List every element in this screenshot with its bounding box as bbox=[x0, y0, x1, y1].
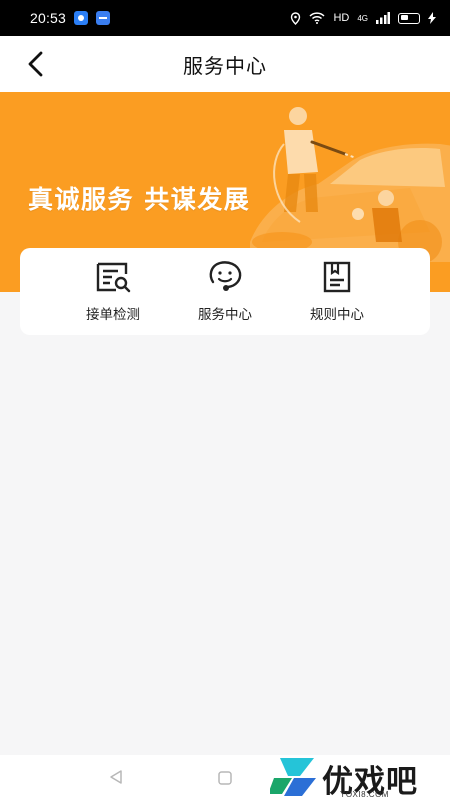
status-bar: 20:53 HD 4G bbox=[0, 0, 450, 36]
network-type-label: HD bbox=[333, 12, 350, 24]
service-item-order-check[interactable]: 接单检测 bbox=[57, 248, 169, 335]
status-time: 20:53 bbox=[30, 10, 67, 26]
service-item-customer-service[interactable]: 服务中心 bbox=[169, 248, 281, 335]
nav-home-icon[interactable] bbox=[217, 770, 233, 786]
wifi-icon bbox=[309, 12, 325, 24]
service-label: 接单检测 bbox=[86, 307, 140, 323]
watermark-logo-icon bbox=[270, 758, 316, 796]
service-label: 服务中心 bbox=[198, 307, 252, 323]
header: 服务中心 bbox=[0, 36, 450, 92]
watermark: 优戏吧 YOXI8.COM bbox=[270, 752, 450, 800]
service-label: 规则中心 bbox=[310, 307, 364, 323]
back-button[interactable] bbox=[20, 48, 52, 80]
service-item-rules[interactable]: 规则中心 bbox=[281, 248, 393, 335]
location-icon bbox=[291, 11, 301, 25]
charging-icon bbox=[428, 12, 436, 24]
status-icons: HD 4G bbox=[290, 11, 436, 25]
notification-app-icon-2 bbox=[96, 11, 111, 25]
nav-back-icon[interactable] bbox=[108, 769, 124, 785]
notification-app-icon bbox=[74, 11, 89, 25]
signal-label: 4G bbox=[357, 13, 368, 23]
order-check-icon bbox=[96, 262, 131, 293]
watermark-sub: YOXI8.COM bbox=[340, 790, 389, 799]
customer-service-icon bbox=[209, 261, 242, 291]
battery-icon bbox=[398, 12, 420, 24]
service-card: 接单检测 服务中心 规则中心 bbox=[20, 248, 430, 335]
signal-icon bbox=[376, 12, 390, 24]
banner-slogan: 真诚服务 共谋发展 bbox=[28, 185, 251, 214]
chevron-left-icon bbox=[28, 51, 43, 77]
page-title: 服务中心 bbox=[183, 53, 267, 78]
rules-book-icon bbox=[323, 261, 351, 293]
